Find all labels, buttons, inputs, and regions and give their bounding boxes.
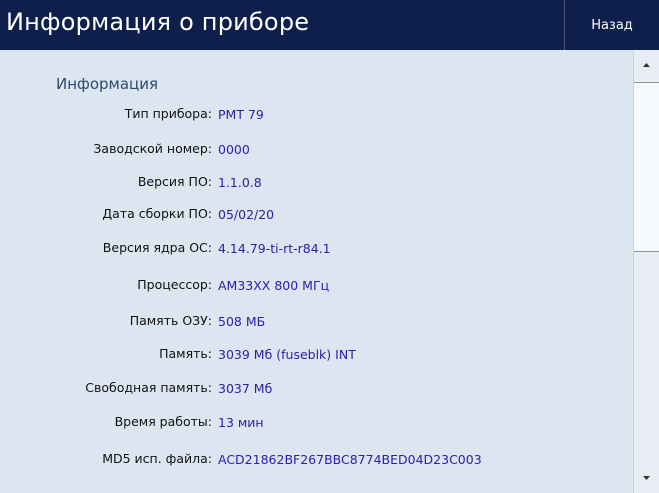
info-value: AM33XX 800 МГц — [218, 278, 330, 293]
app-window: Информация о приборе Назад Информация Ти… — [0, 0, 659, 493]
info-row-processor: Процессор: AM33XX 800 МГц — [0, 277, 633, 297]
info-row-md5: MD5 исп. файла: ACD21862BF267BBC8774BED0… — [0, 451, 633, 471]
info-value: 1.1.0.8 — [218, 175, 262, 190]
info-panel: Информация Тип прибора: РМТ 79 Заводской… — [0, 50, 633, 493]
info-label: Версия ПО: — [137, 174, 212, 189]
info-label: Свободная память: — [85, 380, 212, 395]
info-value: 3037 Мб — [218, 381, 273, 396]
arrow-down-glyph — [643, 476, 650, 480]
info-label: Тип прибора: — [124, 106, 212, 121]
arrow-up-icon[interactable] — [634, 50, 659, 80]
info-row-build-date: Дата сборки ПО: 05/02/20 — [0, 206, 633, 226]
info-label: Версия ядра ОС: — [102, 240, 212, 255]
info-value: 508 МБ — [218, 314, 266, 329]
info-row-serial: Заводской номер: 0000 — [0, 141, 633, 161]
info-label: Время работы: — [114, 414, 212, 429]
arrow-down-icon[interactable] — [634, 463, 659, 493]
info-value: 13 мин — [218, 415, 264, 430]
info-row-storage: Память: 3039 Мб (fuseblk) INT — [0, 346, 633, 366]
info-value: 0000 — [218, 142, 250, 157]
info-value: 4.14.79-ti-rt-r84.1 — [218, 241, 331, 256]
info-label: Заводской номер: — [93, 141, 212, 156]
back-button[interactable]: Назад — [564, 0, 659, 50]
info-row-uptime: Время работы: 13 мин — [0, 414, 633, 434]
info-value: 05/02/20 — [218, 207, 275, 222]
section-title: Информация — [56, 75, 159, 93]
arrow-up-glyph — [643, 63, 650, 67]
page-title: Информация о приборе — [6, 8, 310, 36]
info-row-ram: Память ОЗУ: 508 МБ — [0, 313, 633, 333]
vertical-scrollbar[interactable] — [633, 50, 659, 493]
info-label: Процессор: — [137, 277, 212, 292]
info-label: Память ОЗУ: — [129, 313, 212, 328]
info-label: Дата сборки ПО: — [102, 206, 212, 221]
info-value: 3039 Мб (fuseblk) INT — [218, 347, 356, 362]
header-bar: Информация о приборе Назад — [0, 0, 659, 50]
info-row-device-type: Тип прибора: РМТ 79 — [0, 106, 633, 126]
info-label: MD5 исп. файла: — [102, 451, 212, 466]
info-value: ACD21862BF267BBC8774BED04D23C003 — [218, 452, 482, 467]
info-value: РМТ 79 — [218, 107, 264, 122]
info-row-software-version: Версия ПО: 1.1.0.8 — [0, 174, 633, 194]
info-row-free-storage: Свободная память: 3037 Мб — [0, 380, 633, 400]
info-row-kernel-version: Версия ядра ОС: 4.14.79-ti-rt-r84.1 — [0, 240, 633, 260]
info-label: Память: — [159, 346, 212, 361]
scroll-thumb[interactable] — [634, 82, 659, 252]
